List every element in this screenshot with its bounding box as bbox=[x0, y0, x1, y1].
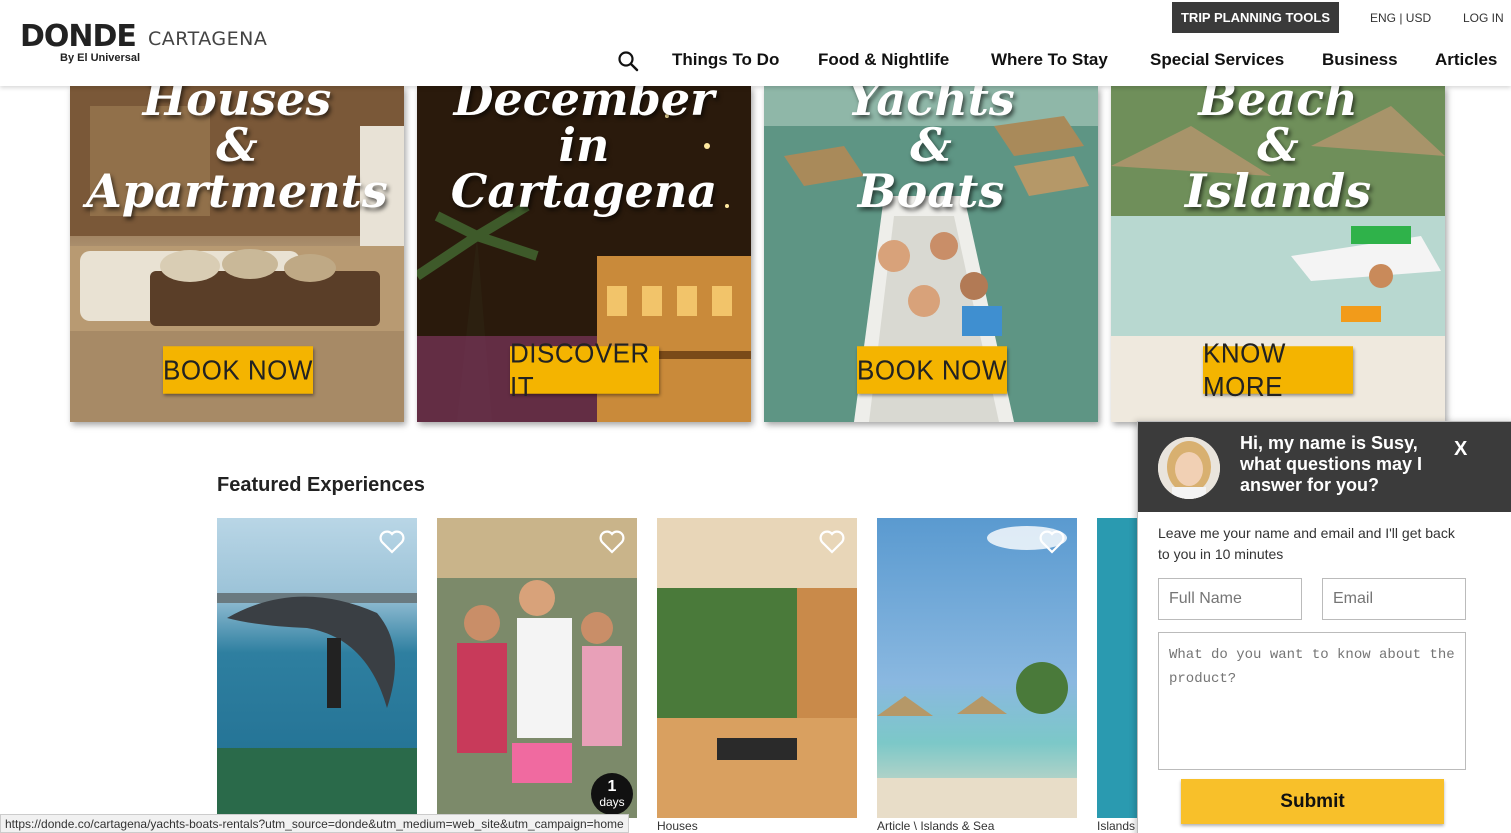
experience-caption: Article \ Islands & Sea bbox=[877, 819, 995, 833]
experience-card[interactable] bbox=[1097, 518, 1139, 818]
chat-greeting: Hi, my name is Susy, what questions may … bbox=[1240, 433, 1423, 495]
banner-title-line-3: Islands bbox=[1184, 164, 1372, 218]
discover-it-button[interactable]: DISCOVER IT bbox=[510, 337, 659, 402]
dolphin-image bbox=[217, 593, 417, 818]
kitchen-image bbox=[657, 518, 857, 818]
duration-badge: 1 days bbox=[591, 773, 633, 815]
duration-unit: days bbox=[599, 795, 625, 809]
banner-title-line-1: Yachts bbox=[847, 86, 1015, 126]
site-logo[interactable]: DONDE CARTAGENA By El Universal bbox=[20, 19, 267, 65]
trip-planning-tools-button[interactable]: TRIP PLANNING TOOLS bbox=[1172, 2, 1339, 33]
experience-caption: Islands bbox=[1097, 819, 1136, 833]
banner-title-line-3: Apartments bbox=[86, 164, 388, 218]
book-now-button[interactable]: BOOK NOW bbox=[163, 346, 313, 394]
submit-button[interactable]: Submit bbox=[1181, 779, 1444, 824]
message-field[interactable] bbox=[1158, 632, 1466, 770]
site-header: DONDE CARTAGENA By El Universal TRIP PLA… bbox=[0, 0, 1511, 86]
login-link[interactable]: LOG IN bbox=[1463, 11, 1504, 25]
language-currency-selector[interactable]: ENG | USD bbox=[1370, 11, 1431, 25]
favorite-heart-icon[interactable] bbox=[599, 530, 625, 554]
banner-title-line-2: & bbox=[216, 118, 258, 172]
know-more-button[interactable]: KNOW MORE bbox=[1203, 337, 1353, 402]
chat-intro-text: Leave me your name and email and I'll ge… bbox=[1158, 525, 1455, 562]
banner-title-line-3: Cartagena bbox=[450, 164, 718, 218]
nav-business[interactable]: Business bbox=[1322, 50, 1398, 70]
logo-wordmark: DONDE bbox=[20, 19, 137, 54]
nav-where-to-stay[interactable]: Where To Stay bbox=[991, 50, 1108, 70]
agent-avatar bbox=[1158, 437, 1220, 499]
favorite-heart-icon[interactable] bbox=[1039, 530, 1065, 554]
experience-card[interactable] bbox=[217, 518, 417, 818]
experience-caption: Houses bbox=[657, 819, 698, 833]
logo-byline: By El Universal bbox=[60, 52, 141, 64]
banner-december-cartagena[interactable]: December in Cartagena DISCOVER IT bbox=[417, 86, 751, 422]
banner-title-line-2: & bbox=[910, 118, 952, 172]
experience-card[interactable] bbox=[657, 518, 857, 818]
duration-number: 1 bbox=[607, 778, 617, 795]
logo-city: CARTAGENA bbox=[148, 28, 268, 50]
book-now-button[interactable]: BOOK NOW bbox=[857, 346, 1007, 394]
island-image bbox=[877, 526, 1077, 818]
nav-food-nightlife[interactable]: Food & Nightlife bbox=[818, 50, 949, 70]
full-name-field[interactable] bbox=[1158, 578, 1302, 620]
banner-title-line-2: & bbox=[1257, 118, 1299, 172]
experience-card[interactable] bbox=[877, 518, 1077, 818]
banner-title-line-1: December bbox=[453, 86, 715, 126]
banner-title-line-2: in bbox=[558, 118, 610, 172]
search-icon[interactable] bbox=[617, 50, 639, 72]
banner-title-line-3: Boats bbox=[857, 164, 1005, 218]
banner-title-line-1: Houses bbox=[142, 86, 332, 126]
favorite-heart-icon[interactable] bbox=[819, 530, 845, 554]
favorite-heart-icon[interactable] bbox=[379, 530, 405, 554]
chat-header: Hi, my name is Susy, what questions may … bbox=[1138, 422, 1511, 512]
banner-beach-islands[interactable]: Beach & Islands KNOW MORE bbox=[1111, 86, 1445, 422]
nav-special-services[interactable]: Special Services bbox=[1150, 50, 1284, 70]
banner-yachts-boats[interactable]: Yachts & Boats BOOK NOW bbox=[764, 86, 1098, 422]
banner-title-line-1: Beach bbox=[1198, 86, 1358, 126]
browser-status-url: https://donde.co/cartagena/yachts-boats-… bbox=[0, 814, 629, 833]
banner-houses-apartments[interactable]: Houses & Apartments BOOK NOW bbox=[70, 86, 404, 422]
email-field[interactable] bbox=[1322, 578, 1466, 620]
close-icon[interactable]: X bbox=[1454, 438, 1467, 461]
nav-things-to-do[interactable]: Things To Do bbox=[672, 50, 779, 70]
nav-articles[interactable]: Articles bbox=[1435, 50, 1497, 70]
chat-widget: Hi, my name is Susy, what questions may … bbox=[1137, 421, 1511, 833]
featured-experiences-heading: Featured Experiences bbox=[217, 474, 425, 496]
